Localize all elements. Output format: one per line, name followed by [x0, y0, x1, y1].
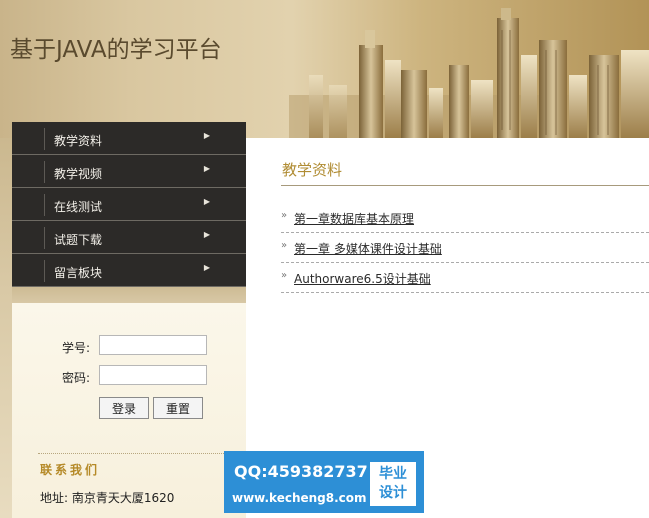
watermark-qq: QQ:459382737: [234, 462, 368, 481]
nav-separator: [44, 227, 45, 249]
nav-item-label: 试题下载: [54, 233, 103, 247]
nav-separator: [44, 161, 45, 183]
student-id-label: 学号:: [62, 341, 91, 355]
left-decor-strip: [0, 138, 12, 518]
sidebar-nav: 教学资料 ▶ 教学视频 ▶ 在线测试 ▶ 试题下载 ▶ 留言板块 ▶: [12, 122, 246, 287]
section-divider: [281, 185, 649, 186]
nav-item-exam-download[interactable]: 试题下载 ▶: [12, 221, 246, 254]
contact-title: 联系我们: [40, 463, 101, 477]
list-item: » 第一章 多媒体课件设计基础: [281, 233, 649, 263]
document-link[interactable]: 第一章数据库基本原理: [294, 210, 414, 227]
double-chevron-icon: »: [281, 210, 288, 221]
double-chevron-icon: »: [281, 240, 288, 251]
nav-item-label: 教学资料: [54, 134, 103, 148]
nav-separator: [44, 194, 45, 216]
list-item: » 第一章数据库基本原理: [281, 203, 649, 233]
watermark-badge-line1: 毕业: [379, 466, 407, 482]
nav-item-message-board[interactable]: 留言板块 ▶: [12, 254, 246, 287]
site-title: 基于JAVA的学习平台: [10, 37, 222, 63]
contact-address: 地址: 南京青天大厦1620: [40, 491, 175, 505]
arrow-right-icon: ▶: [203, 263, 210, 272]
nav-item-teaching-materials[interactable]: 教学资料 ▶: [12, 122, 246, 155]
password-label: 密码:: [62, 371, 91, 385]
document-link[interactable]: 第一章 多媒体课件设计基础: [294, 240, 442, 257]
nav-footer-decor: [12, 287, 246, 303]
reset-button[interactable]: 重置: [153, 397, 203, 419]
nav-item-label: 教学视频: [54, 167, 103, 181]
nav-item-label: 在线测试: [54, 200, 103, 214]
login-button[interactable]: 登录: [99, 397, 149, 419]
double-chevron-icon: »: [281, 270, 288, 281]
list-item: » Authorware6.5设计基础: [281, 263, 649, 293]
header-banner: 基于JAVA的学习平台: [0, 0, 649, 138]
watermark-badge-line2: 设计: [379, 485, 407, 501]
watermark-url: www.kecheng8.com: [232, 491, 367, 505]
nav-item-online-test[interactable]: 在线测试 ▶: [12, 188, 246, 221]
password-input[interactable]: [99, 365, 207, 385]
document-list: » 第一章数据库基本原理 » 第一章 多媒体课件设计基础 » Authorwar…: [281, 203, 649, 293]
login-panel: 学号: 密码: 登录 重置 联系我们 地址: 南京青天大厦1620: [12, 303, 246, 518]
arrow-right-icon: ▶: [203, 197, 210, 206]
nav-separator: [44, 128, 45, 150]
city-skyline-image: [289, 8, 649, 138]
watermark-badge: 毕业 设计: [370, 462, 416, 506]
document-link[interactable]: Authorware6.5设计基础: [294, 270, 431, 287]
watermark-overlay: QQ:459382737 www.kecheng8.com 毕业 设计: [224, 451, 424, 513]
nav-separator: [44, 260, 45, 282]
arrow-right-icon: ▶: [203, 131, 210, 140]
section-title: 教学资料: [282, 161, 343, 179]
student-id-input[interactable]: [99, 335, 207, 355]
nav-item-label: 留言板块: [54, 266, 103, 280]
contact-divider: [38, 453, 238, 454]
nav-item-teaching-videos[interactable]: 教学视频 ▶: [12, 155, 246, 188]
arrow-right-icon: ▶: [203, 230, 210, 239]
arrow-right-icon: ▶: [203, 164, 210, 173]
